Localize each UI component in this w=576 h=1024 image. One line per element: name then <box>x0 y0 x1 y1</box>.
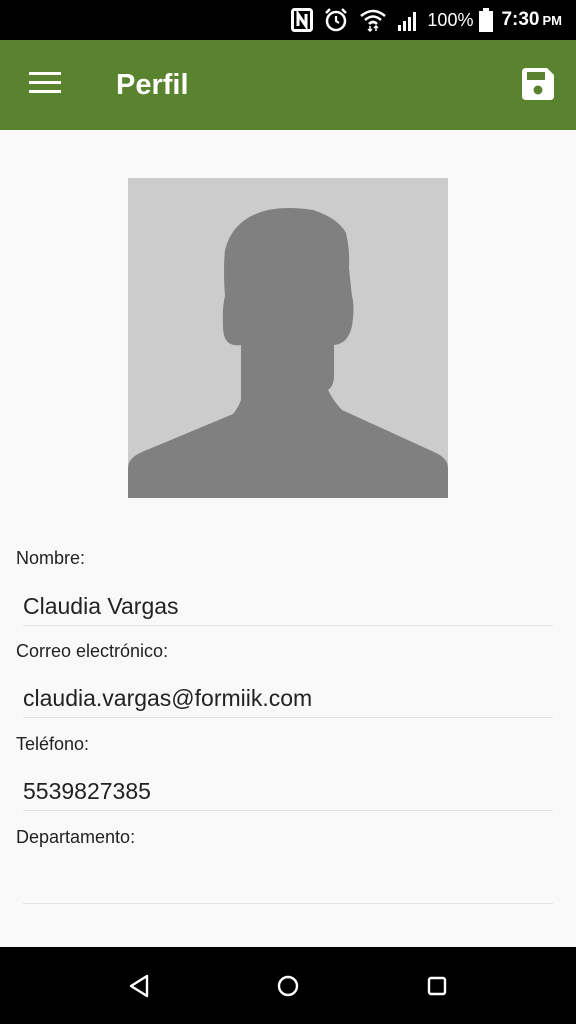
battery-icon <box>479 8 494 32</box>
department-label: Departamento: <box>16 827 136 847</box>
phone-label: Teléfono: <box>16 734 90 754</box>
back-button[interactable] <box>122 969 156 1003</box>
person-silhouette-icon <box>128 208 448 498</box>
recents-square-icon <box>427 976 447 996</box>
department-field[interactable] <box>23 864 553 904</box>
name-label: Nombre: <box>16 548 86 568</box>
app-bar: Perfil <box>0 40 576 130</box>
phone-field[interactable]: 5539827385 <box>23 771 553 811</box>
page-title: Perfil <box>116 69 189 101</box>
nfc-icon <box>291 8 314 32</box>
email-field[interactable]: claudia.vargas@formiik.com <box>23 678 553 718</box>
wifi-icon <box>359 8 387 32</box>
recents-button[interactable] <box>420 969 454 1003</box>
floppy-disk-icon <box>522 67 554 105</box>
alarm-icon <box>323 7 349 33</box>
profile-photo[interactable] <box>128 178 448 498</box>
battery-percentage: 100% <box>427 9 474 30</box>
name-field[interactable]: Claudia Vargas <box>23 586 553 626</box>
signal-icon <box>397 9 419 31</box>
email-label: Correo electrónico: <box>16 641 169 661</box>
home-button[interactable] <box>271 969 305 1003</box>
save-button[interactable] <box>518 66 558 106</box>
back-triangle-icon <box>129 974 149 998</box>
clock-time: 7:30 <box>501 9 540 30</box>
hamburger-menu-icon <box>29 71 61 99</box>
menu-button[interactable] <box>24 66 66 104</box>
status-bar: 100% 7:30 PM <box>0 0 576 40</box>
clock-ampm: PM <box>542 12 563 28</box>
system-nav-bar <box>0 947 576 1024</box>
home-circle-icon <box>277 975 299 997</box>
